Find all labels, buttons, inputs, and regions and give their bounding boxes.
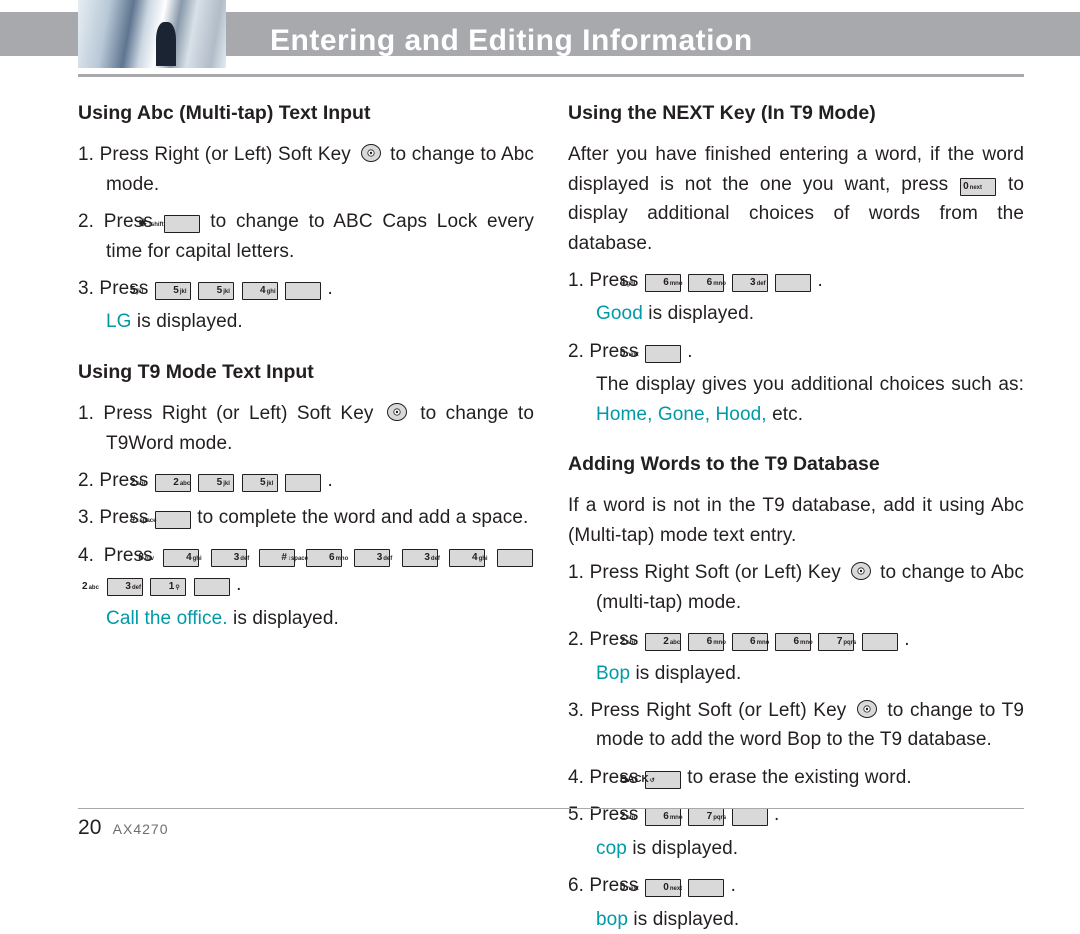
key-0-icon: 0next — [960, 178, 996, 196]
page-footer: 20 AX4270 — [78, 812, 169, 845]
content-columns: Using Abc (Multi-tap) Text Input 1. Press… — [78, 94, 1024, 787]
result-highlight: Home, Gone, Hood, — [596, 404, 767, 425]
section-heading: Using the NEXT Key (In T9 Mode) — [568, 98, 1024, 128]
section-heading: Using Abc (Multi-tap) Text Input — [78, 98, 534, 128]
model-number: AX4270 — [113, 821, 169, 837]
ok-key-icon — [360, 142, 382, 164]
key-1-icon: 1⚲ — [194, 578, 230, 596]
list-item: 2. Press 2abc 2abc 5jkl 5jkl . — [78, 466, 534, 495]
list-item-result: bop is displayed. — [568, 905, 1024, 934]
key-0-icon: 0next — [688, 879, 724, 897]
section-intro: If a word is not in the T9 database, add… — [568, 491, 1024, 550]
result-highlight: bop — [596, 909, 628, 930]
section-heading: Using T9 Mode Text Input — [78, 357, 534, 387]
page-number: 20 — [78, 816, 102, 839]
result-highlight: Call the office. — [106, 608, 228, 629]
key-4-icon: 4ghi — [497, 549, 533, 567]
header-photo — [78, 0, 226, 68]
section-intro: After you have finished entering a word,… — [568, 140, 1024, 258]
result-highlight: cop — [596, 838, 627, 859]
list-item: 3. Press 5jkl 5jkl 5jkl 4ghi . — [78, 274, 534, 303]
ok-key-icon — [386, 401, 408, 423]
key-5-icon: 5jkl — [285, 474, 321, 492]
list-item: 3. Press Right Soft (or Left) Key to cha… — [568, 696, 1024, 755]
list-item-result: Bop is displayed. — [568, 659, 1024, 688]
list-item: 4. Press 8tuv 4ghi 3def #↕space 6mno 3de… — [78, 541, 534, 600]
key-hash-icon: #↕space — [155, 511, 191, 529]
list-item: 1. Press Right Soft (or Left) Key to cha… — [568, 558, 1024, 617]
page-header: Entering and Editing Information — [0, 0, 1080, 68]
list-item: 2. Press ✱↑shift to change to ABC Caps L… — [78, 207, 534, 266]
list-item-result: LG is displayed. — [78, 307, 534, 336]
right-column: Using the NEXT Key (In T9 Mode) After you… — [568, 94, 1024, 787]
list-item-result: Call the office. is displayed. — [78, 604, 534, 633]
key-0-icon: 0next — [645, 345, 681, 363]
result-highlight: LG — [106, 311, 132, 332]
result-highlight: Bop — [596, 663, 630, 684]
list-item: 1. Press 4ghi 6mno 6mno 3def . — [568, 266, 1024, 295]
key-7-icon: 7pqrs — [732, 808, 768, 826]
ok-key-icon — [856, 698, 878, 720]
page-title: Entering and Editing Information — [270, 18, 753, 65]
list-item: 2. Press 2abc 2abc 6mno 6mno 6mno 7pqrs … — [568, 625, 1024, 654]
list-item: 6. Press 0next 0next . — [568, 871, 1024, 900]
list-item: 1. Press Right (or Left) Soft Key to cha… — [78, 140, 534, 199]
key-3-icon: 3def — [775, 274, 811, 292]
list-item: 2. Press 0next . — [568, 337, 1024, 366]
key-back-icon: BACK↺ — [645, 771, 681, 789]
left-column: Using Abc (Multi-tap) Text Input 1. Press… — [78, 94, 534, 787]
list-item: 5. Press 2abc 6mno 7pqrs . — [568, 800, 1024, 829]
list-item: 1. Press Right (or Left) Soft Key to cha… — [78, 399, 534, 458]
result-highlight: Good — [596, 303, 643, 324]
list-item: 3. Press #↕space to complete the word an… — [78, 503, 534, 532]
list-item-result: Good is displayed. — [568, 299, 1024, 328]
list-item-result: cop is displayed. — [568, 834, 1024, 863]
list-item-result: The display gives you additional choices… — [568, 370, 1024, 429]
section-heading: Adding Words to the T9 Database — [568, 449, 1024, 479]
ok-key-icon — [850, 560, 872, 582]
key-4-icon: 4ghi — [285, 282, 321, 300]
list-item: 4. Press BACK↺ to erase the existing wor… — [568, 763, 1024, 792]
key-star-icon: ✱↑shift — [164, 215, 200, 233]
footer-rule — [78, 808, 1024, 809]
key-7-icon: 7pqrs — [862, 633, 898, 651]
header-rule — [78, 74, 1024, 77]
